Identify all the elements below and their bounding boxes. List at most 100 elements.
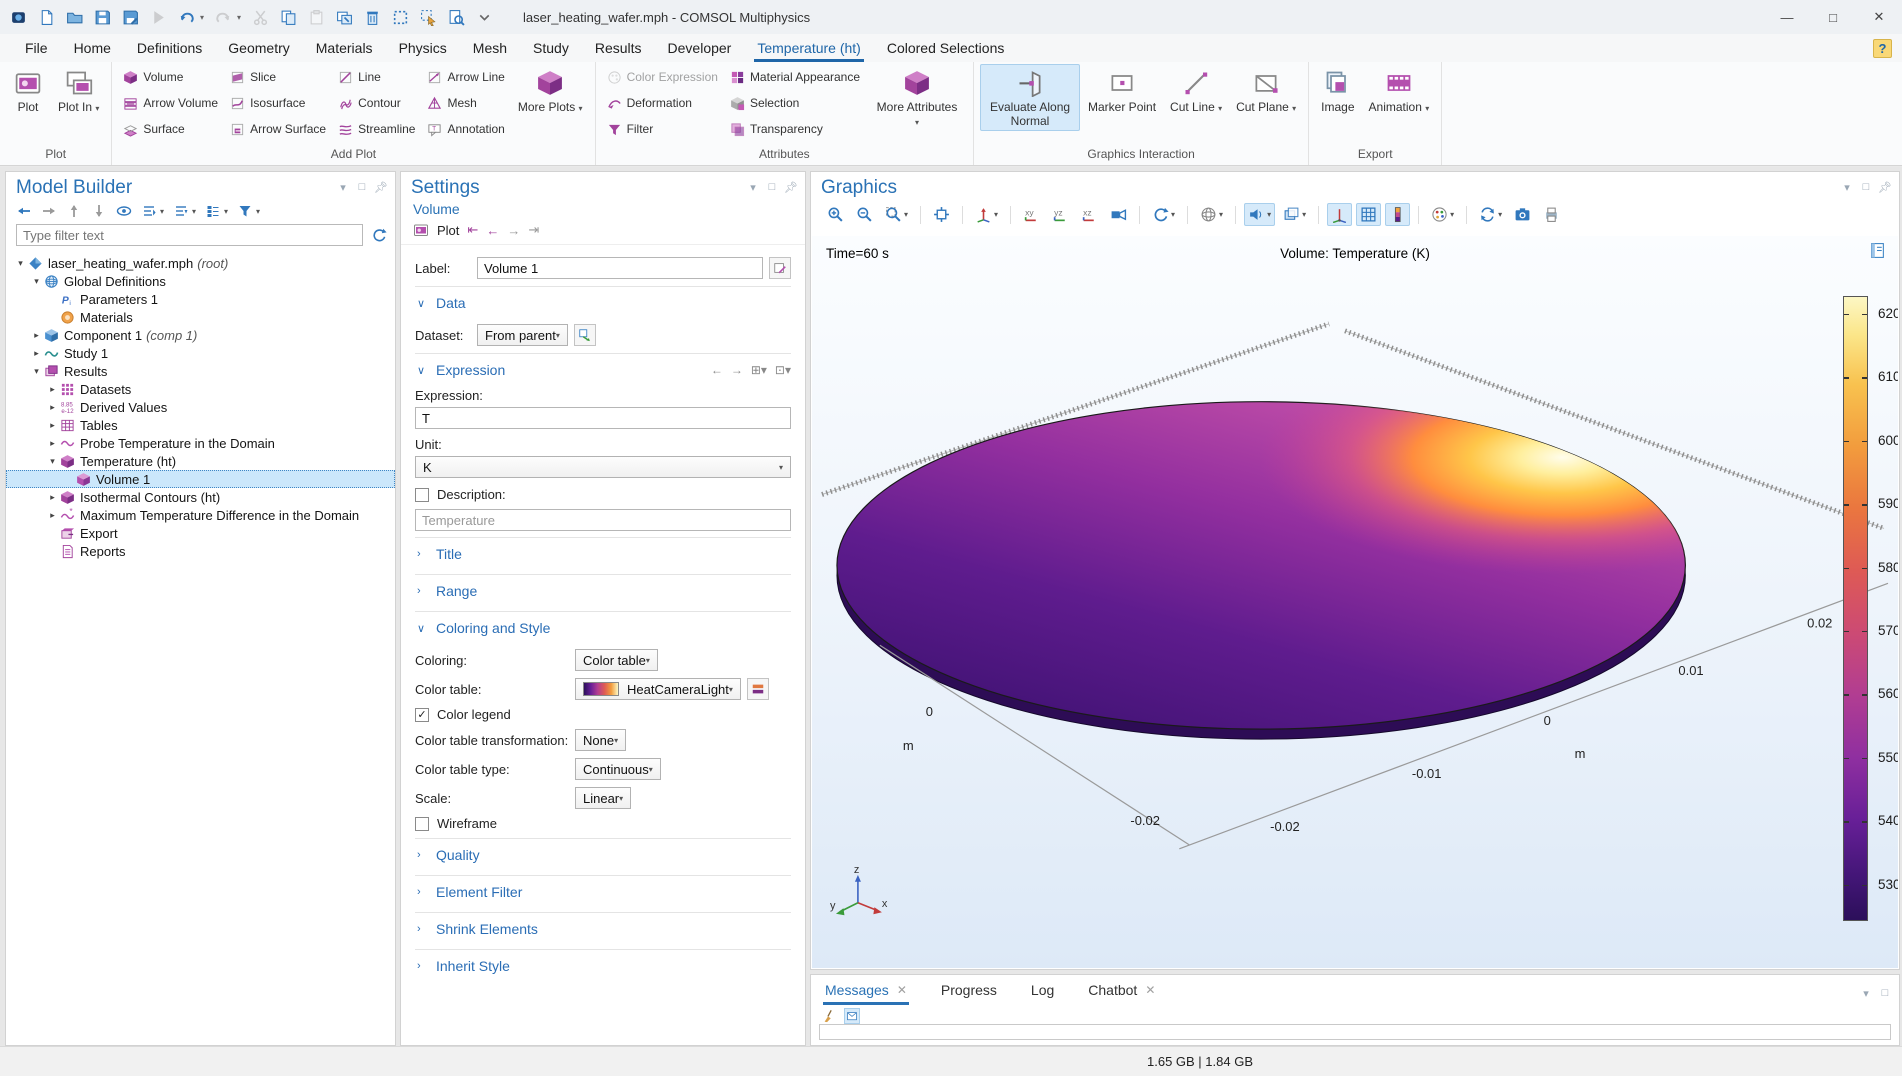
coloring-select[interactable]: Color table▾ <box>575 649 658 671</box>
cut-icon[interactable] <box>252 9 269 26</box>
go-to-default-view-button[interactable]: ▾ <box>971 203 1002 226</box>
tree-expander-icon[interactable]: ▸ <box>46 438 59 449</box>
ribbon-button-image[interactable]: Image <box>1315 64 1360 117</box>
tree-node-tables[interactable]: ▸Tables <box>6 416 395 434</box>
panel-pin-icon[interactable]: 📌︎ <box>375 181 387 193</box>
ribbon-button-deformation[interactable]: Deformation <box>602 90 723 116</box>
new-file-icon[interactable] <box>38 9 55 26</box>
zoom-box-button[interactable]: ▾ <box>881 203 912 226</box>
ribbon-button-color-expression[interactable]: Color Expression <box>602 64 723 90</box>
select-box-icon[interactable] <box>392 9 409 26</box>
ribbon-button-material-appearance[interactable]: Material Appearance <box>725 64 865 90</box>
tab-messages[interactable]: Messages✕ <box>823 982 909 1005</box>
rotate-view-button[interactable]: ▾ <box>1148 203 1179 226</box>
ribbon-button-plot[interactable]: Plot <box>6 64 50 117</box>
panel-menu-icon[interactable]: ▾ <box>1860 987 1872 999</box>
expand-all-icon[interactable] <box>141 203 157 219</box>
tree-expander-icon[interactable]: ▸ <box>30 348 43 359</box>
unit-select[interactable]: K▾ <box>415 456 791 478</box>
node-view-icon[interactable] <box>205 203 221 219</box>
tree-node-study-1[interactable]: ▸Study 1 <box>6 344 395 362</box>
tree-expander-icon[interactable]: ▾ <box>30 276 43 287</box>
ribbon-button-mesh[interactable]: Mesh <box>422 90 509 116</box>
refresh-icon[interactable] <box>371 227 387 243</box>
view-yz-button[interactable]: yz <box>1048 203 1073 226</box>
panel-menu-icon[interactable]: ▾ <box>1841 181 1853 193</box>
scene-camera-button[interactable] <box>1106 203 1131 226</box>
zoom-in-button[interactable] <box>823 203 848 226</box>
ribbon-button-arrow-line[interactable]: Arrow Line <box>422 64 509 90</box>
tree-node-materials[interactable]: Materials <box>6 308 395 326</box>
ribbon-tab-materials[interactable]: Materials <box>303 34 386 62</box>
label-field[interactable] <box>477 257 763 279</box>
section-range[interactable]: ›Range <box>415 574 791 605</box>
section-inherit-style[interactable]: ›Inherit Style <box>415 949 791 980</box>
panel-pin-icon[interactable]: 📌︎ <box>1879 181 1891 193</box>
tree-node-parameters-1[interactable]: PiParameters 1 <box>6 290 395 308</box>
description-input[interactable] <box>415 509 791 531</box>
panel-pin-icon[interactable]: 📌︎ <box>785 181 797 193</box>
sound-button[interactable]: ▾ <box>1244 203 1275 226</box>
tree-expander-icon[interactable]: ▾ <box>14 258 27 269</box>
tree-expander-icon[interactable]: ▸ <box>46 510 59 521</box>
ribbon-button-cut-line[interactable]: Cut Line ▾ <box>1164 64 1228 117</box>
table-messages-icon[interactable] <box>844 1008 860 1024</box>
ribbon-button-volume[interactable]: Volume <box>118 64 223 90</box>
view-xz-button[interactable]: xz <box>1077 203 1102 226</box>
clear-messages-icon[interactable] <box>821 1008 837 1024</box>
ribbon-button-more-plots[interactable]: More Plots ▾ <box>512 64 589 117</box>
scale-select[interactable]: Linear▾ <box>575 787 631 809</box>
ribbon-tab-geometry[interactable]: Geometry <box>215 34 302 62</box>
settings-window-controls[interactable]: ▾ □ 📌︎ <box>747 177 797 193</box>
go-to-source-button[interactable] <box>574 324 596 346</box>
color-theme-button[interactable]: ▾ <box>1427 203 1458 226</box>
tree-expander-icon[interactable]: ▸ <box>46 402 59 413</box>
messages-window-controls[interactable]: ▾□ <box>1860 983 1891 999</box>
tab-chatbot[interactable]: Chatbot✕ <box>1086 982 1157 1005</box>
tab-progress[interactable]: Progress <box>939 982 999 1005</box>
section-coloring-style[interactable]: ∨Coloring and Style <box>415 611 791 642</box>
click-select-icon[interactable] <box>420 9 437 26</box>
ribbon-tab-definitions[interactable]: Definitions <box>124 34 215 62</box>
ribbon-button-more-attributes[interactable]: More Attributes ▾ <box>867 64 967 131</box>
panel-float-icon[interactable]: □ <box>1860 181 1872 193</box>
tree-expander-icon[interactable]: ▾ <box>46 456 59 467</box>
ribbon-button-cut-plane[interactable]: Cut Plane ▾ <box>1230 64 1302 117</box>
color-legend-checkbox[interactable]: ✓ <box>415 708 429 722</box>
save-as-icon[interactable] <box>122 9 139 26</box>
snapshot-button[interactable] <box>1510 203 1535 226</box>
copy-icon[interactable] <box>280 9 297 26</box>
zoom-out-button[interactable] <box>852 203 877 226</box>
go-forward-icon[interactable] <box>41 203 57 219</box>
move-down-icon[interactable] <box>91 203 107 219</box>
tree-node-derived-values[interactable]: ▸8.85e-12Derived Values <box>6 398 395 416</box>
ribbon-tab-mesh[interactable]: Mesh <box>460 34 520 62</box>
go-first-icon[interactable]: ⇤ <box>467 222 478 238</box>
tree-filter-input[interactable] <box>16 224 363 246</box>
tree-filter-icon[interactable] <box>237 203 253 219</box>
duplicate-icon[interactable] <box>336 9 353 26</box>
section-quality[interactable]: ›Quality <box>415 838 791 869</box>
comsol-app-icon[interactable] <box>10 9 27 26</box>
plot-properties-icon[interactable] <box>1869 242 1886 259</box>
ribbon-button-line[interactable]: Line <box>333 64 420 90</box>
ribbon-button-streamline[interactable]: Streamline <box>333 116 420 142</box>
color-table-transformation-select[interactable]: None▾ <box>575 729 626 751</box>
color-table-type-select[interactable]: Continuous▾ <box>575 758 661 780</box>
delete-icon[interactable] <box>364 9 381 26</box>
ribbon-tab-colored-selections[interactable]: Colored Selections <box>874 34 1018 62</box>
ribbon-tab-home[interactable]: Home <box>61 34 124 62</box>
tree-node-component-1[interactable]: ▸Component 1(comp 1) <box>6 326 395 344</box>
environment-button[interactable]: ▾ <box>1196 203 1227 226</box>
insert-expression-icon[interactable]: ⊞▾ <box>751 363 767 377</box>
minimize-button[interactable]: — <box>1764 0 1810 34</box>
panel-menu-icon[interactable]: ▾ <box>337 181 349 193</box>
panel-float-icon[interactable]: □ <box>766 181 778 193</box>
settings-plot-button[interactable]: Plot <box>437 223 459 238</box>
update-plot-button[interactable]: ▾ <box>1475 203 1506 226</box>
panel-float-icon[interactable]: □ <box>1879 987 1891 999</box>
close-tab-icon[interactable]: ✕ <box>897 983 907 997</box>
panel-menu-icon[interactable]: ▾ <box>747 181 759 193</box>
rename-button[interactable] <box>769 257 791 279</box>
ribbon-button-marker-point[interactable]: Marker Point <box>1082 64 1162 117</box>
